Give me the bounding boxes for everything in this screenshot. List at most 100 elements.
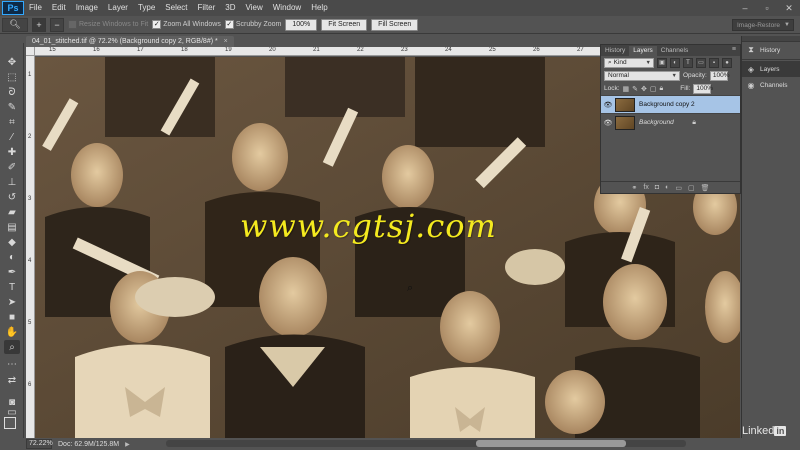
workspace-select[interactable]: Image-Restore ▼: [732, 19, 794, 31]
fit-screen-button[interactable]: Fit Screen: [321, 18, 368, 31]
resize-windows-checkbox[interactable]: Resize Windows to Fit: [68, 20, 148, 29]
layer-name: Background copy 2: [639, 101, 695, 108]
menu-window[interactable]: Window: [268, 0, 306, 16]
filter-pixel-icon[interactable]: ▣: [657, 57, 667, 68]
document-tab[interactable]: 04_01_stitched.tif @ 72.2% (Background c…: [26, 36, 234, 47]
opacity-field[interactable]: 100%: [709, 70, 729, 81]
lasso-tool-icon[interactable]: ᘐ: [4, 85, 20, 99]
tab-history[interactable]: History: [601, 46, 629, 56]
scrollbar-thumb[interactable]: [476, 440, 626, 447]
screen-mode-icon[interactable]: ▭: [4, 405, 20, 419]
menu-help[interactable]: Help: [306, 0, 332, 16]
marquee-tool-icon[interactable]: ⬚: [4, 70, 20, 84]
tool-preset-picker[interactable]: 🔍︎: [2, 17, 28, 32]
fill-screen-button[interactable]: Fill Screen: [371, 18, 419, 31]
lock-transparency-icon[interactable]: ▦: [623, 85, 630, 93]
fill-field[interactable]: 100%: [693, 83, 713, 94]
visibility-eye-icon[interactable]: 👁︎: [601, 119, 615, 127]
dock-channels[interactable]: ◉ Channels: [742, 77, 800, 93]
dock-history[interactable]: ⧗ History: [742, 42, 800, 58]
more-tools-icon[interactable]: ⋯: [4, 357, 20, 371]
healing-brush-tool-icon[interactable]: ✚: [4, 145, 20, 159]
status-menu-arrow-icon[interactable]: ▶: [125, 441, 130, 448]
move-tool-icon[interactable]: ✥: [4, 55, 20, 69]
blend-mode-select[interactable]: Normal ▼: [604, 70, 680, 81]
menu-type[interactable]: Type: [133, 0, 160, 16]
minimize-button[interactable]: –: [734, 0, 756, 16]
dock-layers[interactable]: ◈ Layers: [742, 61, 800, 77]
dock-label: History: [760, 46, 781, 54]
zoom-100-button[interactable]: 100%: [285, 18, 318, 31]
menu-view[interactable]: View: [241, 0, 268, 16]
menu-layer[interactable]: Layer: [103, 0, 133, 16]
menu-filter[interactable]: Filter: [193, 0, 221, 16]
link-layers-icon[interactable]: ⚭: [632, 184, 638, 192]
adjustment-layer-icon[interactable]: ◐: [665, 184, 669, 191]
menu-file[interactable]: File: [24, 0, 47, 16]
filter-adjustment-icon[interactable]: ◐: [670, 57, 680, 68]
scrubby-zoom-checkbox[interactable]: ✓ Scrubby Zoom: [224, 20, 281, 29]
close-tab-icon[interactable]: ×: [224, 38, 228, 45]
path-select-tool-icon[interactable]: ➤: [4, 295, 20, 309]
menu-image[interactable]: Image: [71, 0, 103, 16]
zoom-out-button[interactable]: −: [50, 17, 64, 32]
ps-logo: Ps: [2, 1, 24, 15]
panel-tabs: History Layers Channels ≡: [601, 45, 740, 56]
lock-artboard-icon[interactable]: ▢: [650, 85, 657, 93]
history-brush-tool-icon[interactable]: ↺: [4, 190, 20, 204]
swap-colors-icon[interactable]: ⇄: [4, 373, 20, 387]
eyedropper-tool-icon[interactable]: ⁄: [4, 130, 20, 144]
maximize-button[interactable]: ▫: [756, 0, 778, 16]
zoom-tool-icon[interactable]: ⌕: [4, 340, 20, 354]
ruler-corner[interactable]: [26, 47, 35, 56]
pen-tool-icon[interactable]: ✒: [4, 265, 20, 279]
close-button[interactable]: ✕: [778, 0, 800, 16]
ruler-label: 20: [269, 47, 276, 53]
shape-tool-icon[interactable]: ■: [4, 310, 20, 324]
layer-row-background[interactable]: 👁︎ Background 🔒︎: [601, 113, 740, 131]
horizontal-scrollbar[interactable]: [166, 440, 686, 447]
ruler-label: 19: [225, 47, 232, 53]
brush-tool-icon[interactable]: ✐: [4, 160, 20, 174]
filter-smart-icon[interactable]: ▪: [709, 57, 719, 68]
add-mask-icon[interactable]: ◘: [655, 184, 659, 191]
lock-pixels-icon[interactable]: ✎: [632, 85, 638, 93]
gradient-tool-icon[interactable]: ▤: [4, 220, 20, 234]
delete-layer-icon[interactable]: 🗑︎: [701, 184, 710, 192]
clone-stamp-tool-icon[interactable]: ⊥: [4, 175, 20, 189]
tab-layers[interactable]: Layers: [629, 46, 657, 56]
visibility-eye-icon[interactable]: 👁︎: [601, 101, 615, 109]
panel-menu-icon[interactable]: ≡: [732, 46, 736, 53]
filter-toggle-icon[interactable]: ●: [722, 57, 732, 68]
vertical-ruler[interactable]: 1 2 3 4 5 6: [26, 56, 35, 438]
layer-style-icon[interactable]: fx: [643, 184, 648, 191]
chevron-down-icon: ▼: [784, 22, 790, 28]
zoom-level-field[interactable]: 72.22%: [26, 439, 53, 449]
dodge-tool-icon[interactable]: ◐: [4, 250, 20, 264]
tab-channels[interactable]: Channels: [657, 46, 692, 56]
type-tool-icon[interactable]: T: [4, 280, 20, 294]
menu-edit[interactable]: Edit: [47, 0, 71, 16]
ruler-label: 5: [28, 320, 32, 326]
toolbox: ✥ ⬚ ᘐ ✎ ⌗ ⁄ ✚ ✐ ⊥ ↺ ▰ ▤ ◆ ◐ ✒ T ➤ ■ ✋ ⌕ …: [0, 43, 24, 438]
new-layer-icon[interactable]: ▢: [688, 184, 695, 192]
filter-shape-icon[interactable]: ▭: [696, 57, 706, 68]
ruler-label: 18: [181, 47, 188, 53]
quick-select-tool-icon[interactable]: ✎: [4, 100, 20, 114]
blur-tool-icon[interactable]: ◆: [4, 235, 20, 249]
lock-all-icon[interactable]: 🔒︎: [660, 85, 664, 93]
lock-position-icon[interactable]: ✥: [641, 85, 647, 93]
eraser-tool-icon[interactable]: ▰: [4, 205, 20, 219]
blend-row: Normal ▼ Opacity: 100%: [601, 69, 740, 82]
zoom-all-windows-checkbox[interactable]: ✓ Zoom All Windows: [152, 20, 221, 29]
kind-filter-select[interactable]: ⌕ Kind ▼: [604, 57, 654, 68]
menu-3d[interactable]: 3D: [220, 0, 240, 16]
crop-tool-icon[interactable]: ⌗: [4, 115, 20, 129]
new-group-icon[interactable]: ▭: [675, 184, 682, 192]
hand-tool-icon[interactable]: ✋: [4, 325, 20, 339]
horizontal-ruler[interactable]: 15 16 17 18 19 20 21 22 23 24 25 26 27: [35, 47, 600, 56]
layer-row-background-copy-2[interactable]: 👁︎ Background copy 2: [601, 95, 740, 113]
filter-type-icon[interactable]: T: [683, 57, 693, 68]
menu-select[interactable]: Select: [160, 0, 192, 16]
zoom-in-button[interactable]: +: [32, 17, 46, 32]
